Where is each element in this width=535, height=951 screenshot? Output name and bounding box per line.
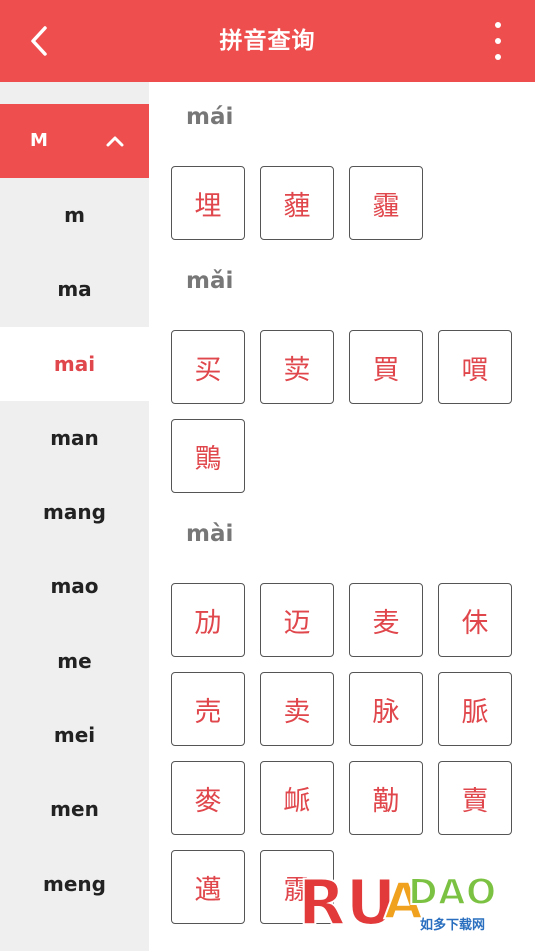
char-button[interactable]: 賣 — [438, 761, 512, 835]
char-button[interactable]: 売 — [171, 672, 245, 746]
char-button[interactable]: 脉 — [349, 672, 423, 746]
char-button[interactable]: 嘪 — [438, 330, 512, 404]
char-button[interactable]: 麦 — [349, 583, 423, 657]
char-button[interactable]: 佅 — [438, 583, 512, 657]
watermark-subtext: 如多下载网 — [420, 918, 486, 933]
char-button[interactable]: 卖 — [260, 672, 334, 746]
app-header: 拼音查询 — [0, 0, 535, 82]
char-button[interactable]: 勱 — [349, 761, 423, 835]
char-button[interactable]: 霾 — [349, 166, 423, 240]
char-button[interactable]: 买 — [171, 330, 245, 404]
sidebar-item-me[interactable]: me — [0, 624, 149, 698]
svg-text:DAO: DAO — [408, 872, 496, 913]
more-vertical-icon — [495, 22, 501, 28]
char-button[interactable]: 邁 — [171, 850, 245, 924]
syllable-list: m ma mai man mang mao me mei men meng — [0, 178, 149, 921]
menu-dot — [495, 54, 501, 60]
chevron-up-icon — [106, 136, 124, 147]
more-menu-button[interactable] — [483, 22, 513, 60]
char-button[interactable]: 劢 — [171, 583, 245, 657]
pinyin-heading: mài — [186, 521, 234, 547]
pinyin-heading: mǎi — [186, 268, 234, 294]
sidebar-item-ma[interactable]: ma — [0, 252, 149, 326]
group-letter: M — [30, 130, 48, 151]
char-button[interactable]: 麥 — [171, 761, 245, 835]
letter-group-header[interactable]: M — [0, 104, 149, 178]
pinyin-heading: mái — [186, 104, 234, 130]
char-button[interactable]: 薶 — [260, 166, 334, 240]
char-button[interactable]: 鷶 — [171, 419, 245, 493]
sidebar-item-meng[interactable]: meng — [0, 847, 149, 921]
sidebar-item-m[interactable]: m — [0, 178, 149, 252]
sidebar-item-mang[interactable]: mang — [0, 475, 149, 549]
char-button[interactable]: 荬 — [260, 330, 334, 404]
svg-text:RU: RU — [298, 866, 396, 939]
watermark-logo: RU A DAO 如多下载网 — [296, 856, 518, 942]
char-button[interactable]: 買 — [349, 330, 423, 404]
char-button[interactable]: 脈 — [438, 672, 512, 746]
pinyin-sidebar[interactable]: M m ma mai man mang mao me mei men meng — [0, 82, 149, 951]
sidebar-item-man[interactable]: man — [0, 401, 149, 475]
sidebar-item-mai[interactable]: mai — [0, 326, 149, 401]
sidebar-item-men[interactable]: men — [0, 772, 149, 846]
menu-dot — [495, 38, 501, 44]
character-panel: mái 埋薶霾 mǎi 买荬買嘪鷶 mài 劢迈麦佅売卖脉脈麥衇勱賣邁霡 — [149, 82, 535, 951]
char-button[interactable]: 迈 — [260, 583, 334, 657]
char-button[interactable]: 埋 — [171, 166, 245, 240]
sidebar-item-mei[interactable]: mei — [0, 698, 149, 772]
page-title: 拼音查询 — [219, 28, 316, 54]
char-button[interactable]: 衇 — [260, 761, 334, 835]
sidebar-item-mao[interactable]: mao — [0, 549, 149, 623]
